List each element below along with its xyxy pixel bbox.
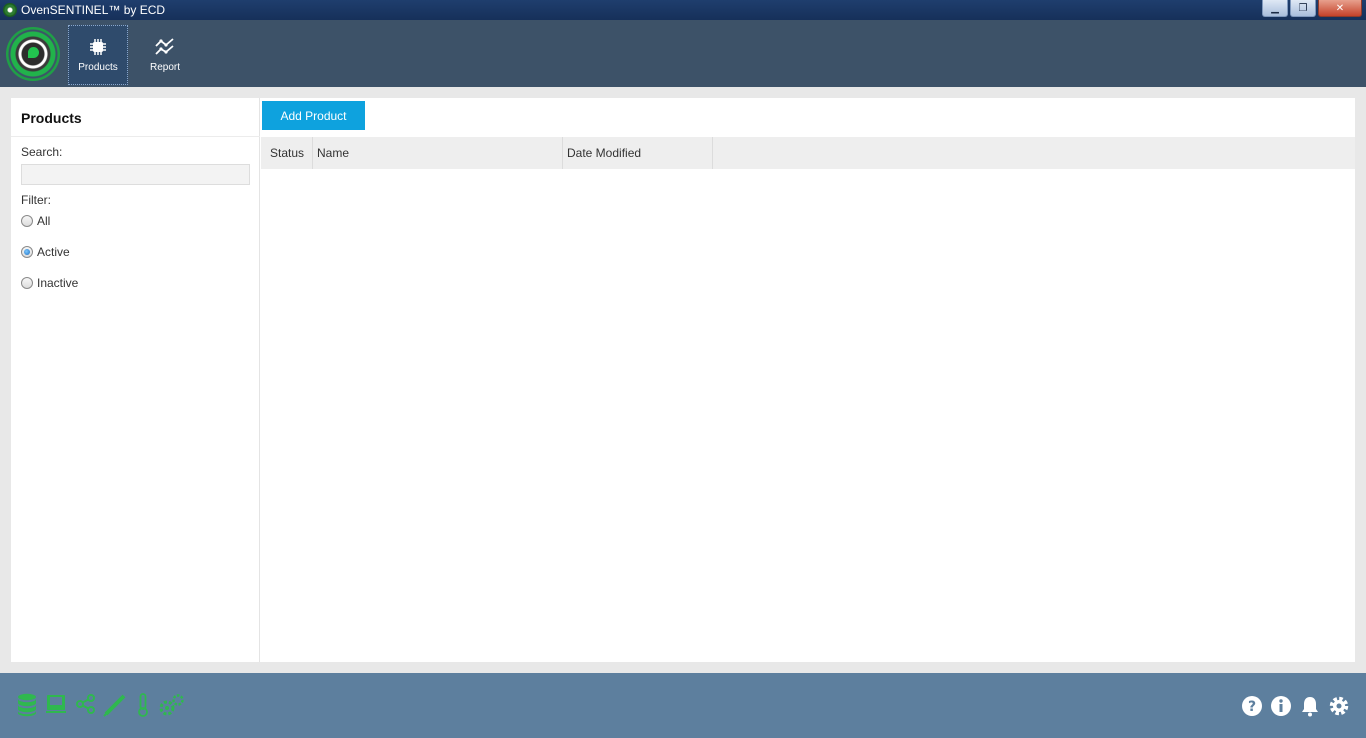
filter-all-radio[interactable] [21,215,33,227]
leaf-icon [28,47,39,58]
chart-line-icon [155,38,174,55]
search-input[interactable] [21,164,250,185]
filter-inactive-option[interactable]: Inactive [21,276,78,290]
filter-active-option[interactable]: Active [21,245,70,259]
nav-report-button[interactable]: Report [135,25,195,85]
filter-inactive-radio[interactable] [21,277,33,289]
maximize-button[interactable]: ❐ [1290,0,1316,17]
app-logo-icon [3,3,17,17]
status-footer: ? [0,673,1366,738]
probe-icon[interactable] [103,693,127,717]
chip-icon [90,39,106,55]
sidebar-title: Products [21,110,82,126]
thermometer-icon[interactable] [136,693,150,717]
filter-inactive-label: Inactive [37,276,79,290]
database-icon[interactable] [16,693,38,717]
board-icon[interactable] [45,693,67,715]
add-product-button[interactable]: Add Product [262,101,365,130]
filter-all-label: All [37,214,51,228]
info-icon[interactable] [1270,695,1292,717]
products-table-header: Status Name Date Modified [261,137,1355,169]
nav-report-label: Report [149,62,180,73]
gear-icon[interactable] [1328,695,1350,717]
help-icon[interactable]: ? [1241,695,1263,717]
title-bar: OvenSENTINEL™ by ECD ▁ ❐ ✕ [0,0,1366,20]
main-panel: Products Search: Filter: All Active Inac… [11,98,1355,662]
filter-label: Filter: [21,193,51,207]
window-controls: ▁ ❐ ✕ [1262,0,1362,17]
share-icon[interactable] [76,693,96,715]
filter-active-radio[interactable] [21,246,33,258]
sidebar-divider [11,136,260,137]
filter-active-label: Active [37,245,70,259]
oven-sentinel-logo [6,27,60,81]
main-toolbar: Products Report [0,20,1366,87]
column-header-date-modified[interactable]: Date Modified [563,137,713,169]
products-content: Add Product Status Name Date Modified [261,98,1355,662]
products-sidebar: Products Search: Filter: All Active Inac… [11,98,260,662]
column-header-status[interactable]: Status [261,137,313,169]
search-label: Search: [21,145,63,159]
nav-products-label: Products [78,62,118,73]
gears-icon[interactable] [158,693,186,717]
bell-icon[interactable] [1299,695,1321,717]
filter-all-option[interactable]: All [21,214,50,228]
window-title: OvenSENTINEL™ by ECD [21,3,166,17]
nav-products-button[interactable]: Products [68,25,128,85]
column-header-name[interactable]: Name [313,137,563,169]
svg-text:?: ? [1248,699,1256,715]
close-button[interactable]: ✕ [1318,0,1362,17]
minimize-button[interactable]: ▁ [1262,0,1288,17]
